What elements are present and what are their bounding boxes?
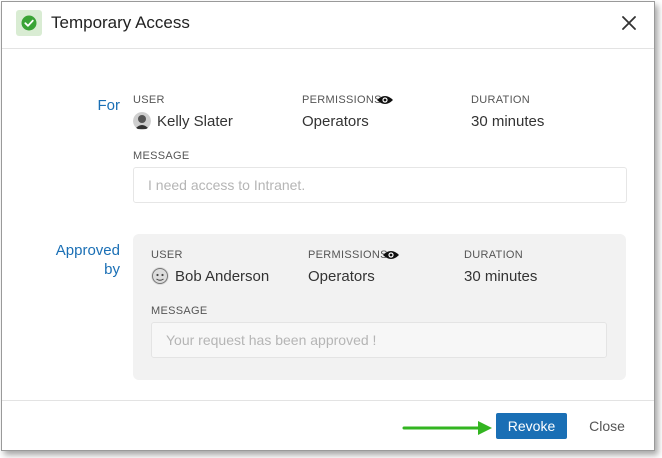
- close-icon[interactable]: [620, 14, 638, 32]
- duration-value: 30 minutes: [471, 113, 545, 130]
- duration-value: 30 minutes: [464, 268, 538, 285]
- user-label: USER: [151, 249, 183, 261]
- approver-name: Bob Anderson: [175, 268, 270, 285]
- dialog-title: Temporary Access: [51, 13, 190, 32]
- user-label: USER: [133, 94, 165, 106]
- request-message-field[interactable]: I need access to Intranet.: [133, 167, 627, 203]
- avatar: [133, 112, 151, 130]
- for-label: For: [97, 97, 121, 114]
- duration-label: DURATION: [471, 94, 531, 106]
- arrow-right-icon: [402, 421, 492, 435]
- requester-name: Kelly Slater: [157, 113, 233, 130]
- status-badge: [16, 10, 42, 36]
- temporary-access-dialog: Temporary Access For USER Kelly Slater P…: [1, 1, 655, 451]
- permissions-label: PERMISSIONS: [302, 94, 382, 106]
- permissions-value: Operators: [308, 268, 375, 285]
- request-message-text: I need access to Intranet.: [148, 177, 306, 193]
- message-label: MESSAGE: [151, 305, 208, 317]
- footer-divider: [2, 400, 654, 401]
- revoke-button[interactable]: Revoke: [496, 413, 567, 439]
- approved-by-label: Approved by: [42, 241, 120, 279]
- check-circle-icon: [21, 15, 37, 31]
- eye-icon[interactable]: [382, 249, 400, 261]
- duration-label: DURATION: [464, 249, 524, 261]
- approval-message-text: Your request has been approved !: [166, 332, 377, 348]
- approved-by-line2: by: [104, 261, 120, 278]
- eye-icon[interactable]: [376, 94, 394, 106]
- close-button[interactable]: Close: [588, 413, 626, 439]
- dialog-header: Temporary Access: [2, 2, 654, 49]
- permissions-label: PERMISSIONS: [308, 249, 388, 261]
- message-label: MESSAGE: [133, 150, 190, 162]
- approval-message-field[interactable]: Your request has been approved !: [151, 322, 607, 358]
- permissions-value: Operators: [302, 113, 369, 130]
- avatar: [151, 267, 169, 285]
- approval-panel: USER Bob Anderson PERMISSIONS Operators …: [133, 234, 626, 380]
- approved-by-line1: Approved: [55, 242, 120, 259]
